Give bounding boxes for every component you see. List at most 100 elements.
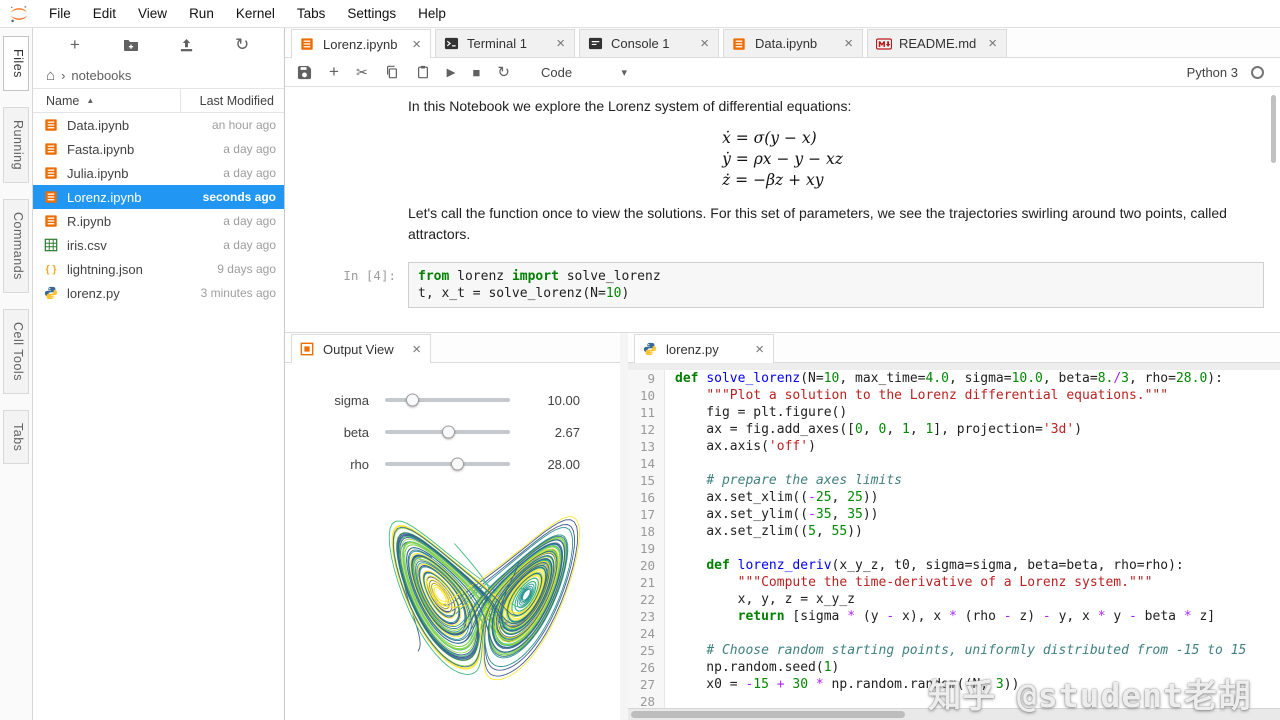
file-row[interactable]: Fasta.ipynba day ago <box>33 137 284 161</box>
column-header-name[interactable]: Name ▲ <box>33 89 180 112</box>
close-icon[interactable]: × <box>987 36 998 51</box>
sidebar-tab-tabs[interactable]: Tabs <box>3 410 29 464</box>
slider-handle[interactable] <box>406 394 419 407</box>
output-view-content: sigma10.00beta2.67rho28.00 <box>285 363 620 720</box>
code-line: t, x_t = solve_lorenz(N=10) <box>418 285 1254 302</box>
sidebar-tab-files[interactable]: Files <box>3 36 29 91</box>
paste-cells-icon[interactable] <box>416 65 430 79</box>
new-folder-icon[interactable] <box>119 33 143 57</box>
csv-file-icon <box>44 237 60 253</box>
menu-view[interactable]: View <box>127 0 178 27</box>
markdown-cell[interactable]: Let's call the function once to view the… <box>285 201 1280 247</box>
slider-beta: beta2.67 <box>285 416 620 448</box>
file-row[interactable]: Data.ipynban hour ago <box>33 113 284 137</box>
file-row[interactable]: Lorenz.ipynbseconds ago <box>33 185 284 209</box>
sidebar-tab-cell-tools[interactable]: Cell Tools <box>3 309 29 394</box>
tab-data-ipynb[interactable]: Data.ipynb× <box>723 29 863 57</box>
slider-track[interactable] <box>385 430 510 434</box>
menu-file[interactable]: File <box>38 0 82 27</box>
menu-help[interactable]: Help <box>407 0 457 27</box>
insert-cell-icon[interactable]: + <box>329 62 339 82</box>
line-number: 12 <box>628 421 655 438</box>
slider-track[interactable] <box>385 398 510 402</box>
equations: ẋ = σ(y − x)ẏ = ρx − y − xzż = −βz + xy <box>722 128 843 191</box>
tab-console-1[interactable]: Console 1 × <box>579 29 719 57</box>
line-number: 25 <box>628 642 655 659</box>
python-file-icon <box>643 341 659 357</box>
stop-kernel-icon[interactable]: ■ <box>473 65 481 80</box>
notebook-scrollbar[interactable] <box>1271 95 1276 163</box>
slider-handle[interactable] <box>442 426 455 439</box>
editor-partial-line <box>628 363 1280 370</box>
menu-edit[interactable]: Edit <box>82 0 127 27</box>
code-line: def lorenz_deriv(x_y_z, t0, sigma=sigma,… <box>675 557 1280 574</box>
kernel-status-icon[interactable] <box>1251 66 1264 79</box>
notebook-toolbar: + ✂ ▶ ■ ↻ Code ▾ Python 3 <box>285 58 1280 87</box>
code-line: fig = plt.figure() <box>675 404 1280 421</box>
refresh-icon[interactable]: ↻ <box>230 33 254 57</box>
notebook-icon <box>732 36 748 52</box>
home-icon[interactable]: ⌂ <box>46 67 55 84</box>
code-line: """Plot a solution to the Lorenz differe… <box>675 387 1280 404</box>
editor-horizontal-scrollbar <box>628 708 1280 720</box>
copy-cells-icon[interactable] <box>385 65 399 79</box>
close-icon[interactable]: × <box>411 37 422 52</box>
code-line: x, y, z = x_y_z <box>675 591 1280 608</box>
file-row[interactable]: { }lightning.json9 days ago <box>33 257 284 281</box>
close-icon[interactable]: × <box>555 36 566 51</box>
equation: ẋ = σ(y − x) <box>722 128 843 149</box>
close-icon[interactable]: × <box>699 36 710 51</box>
output-view-panel: Output View × sigma10.00beta2.67rho28.00 <box>285 333 620 720</box>
slider-sigma: sigma10.00 <box>285 384 620 416</box>
tab-label: Console 1 <box>611 36 692 51</box>
editor-text-area[interactable]: def solve_lorenz(N=10, max_time=4.0, sig… <box>665 370 1280 710</box>
jupyter-logo-icon <box>0 4 38 24</box>
breadcrumb-folder[interactable]: notebooks <box>71 68 131 83</box>
line-number: 22 <box>628 591 655 608</box>
markdown-cell[interactable]: In this Notebook we explore the Lorenz s… <box>285 94 1280 119</box>
file-row[interactable]: Julia.ipynba day ago <box>33 161 284 185</box>
notebook-file-icon <box>44 141 60 157</box>
menu-tabs[interactable]: Tabs <box>286 0 337 27</box>
line-number: 20 <box>628 557 655 574</box>
file-row[interactable]: iris.csva day ago <box>33 233 284 257</box>
cut-cells-icon[interactable]: ✂ <box>356 64 368 81</box>
slider-track[interactable] <box>385 462 510 466</box>
tab-readme-md[interactable]: README.md× <box>867 29 1007 57</box>
column-header-last-modified[interactable]: Last Modified <box>180 89 284 112</box>
editor-body: 910111213141516171819202122232425262728 … <box>628 370 1280 710</box>
close-icon[interactable]: × <box>754 342 765 357</box>
tab-lorenz-ipynb[interactable]: Lorenz.ipynb× <box>291 29 431 58</box>
run-cell-icon[interactable]: ▶ <box>447 65 456 79</box>
close-icon[interactable]: × <box>411 342 422 357</box>
activity-bar: Files Running Commands Cell Tools Tabs <box>0 28 33 720</box>
output-view-tab-bar: Output View × <box>285 333 620 363</box>
kernel-name: Python 3 <box>1187 65 1238 80</box>
widget-sliders: sigma10.00beta2.67rho28.00 <box>285 363 620 480</box>
tab-terminal-1[interactable]: Terminal 1× <box>435 29 575 57</box>
tab-lorenz-py[interactable]: lorenz.py × <box>634 334 774 363</box>
upload-icon[interactable] <box>174 33 198 57</box>
file-modified: 3 minutes ago <box>201 286 276 300</box>
close-icon[interactable]: × <box>843 36 854 51</box>
file-name: Julia.ipynb <box>67 166 223 181</box>
file-row[interactable]: lorenz.py3 minutes ago <box>33 281 284 305</box>
sidebar-tab-commands[interactable]: Commands <box>3 199 29 293</box>
breadcrumb: ⌂ › notebooks <box>33 62 284 88</box>
new-launcher-button[interactable]: + <box>63 33 87 57</box>
restart-kernel-icon[interactable]: ↻ <box>497 63 510 81</box>
cell-type-dropdown[interactable]: Code ▾ <box>541 65 627 80</box>
menu-kernel[interactable]: Kernel <box>225 0 286 27</box>
file-row[interactable]: R.ipynba day ago <box>33 209 284 233</box>
menu-run[interactable]: Run <box>178 0 225 27</box>
notebook-file-icon <box>44 213 60 229</box>
tab-output-view[interactable]: Output View × <box>291 334 431 363</box>
scrollbar-thumb[interactable] <box>631 711 905 718</box>
slider-handle[interactable] <box>451 458 464 471</box>
sidebar-tab-running[interactable]: Running <box>3 107 29 183</box>
cell-type-value: Code <box>541 65 572 80</box>
cell-code-editor[interactable]: from lorenz import solve_lorenzt, x_t = … <box>408 262 1264 308</box>
menu-settings[interactable]: Settings <box>336 0 407 27</box>
file-modified: a day ago <box>223 238 276 252</box>
save-icon[interactable] <box>297 65 312 80</box>
